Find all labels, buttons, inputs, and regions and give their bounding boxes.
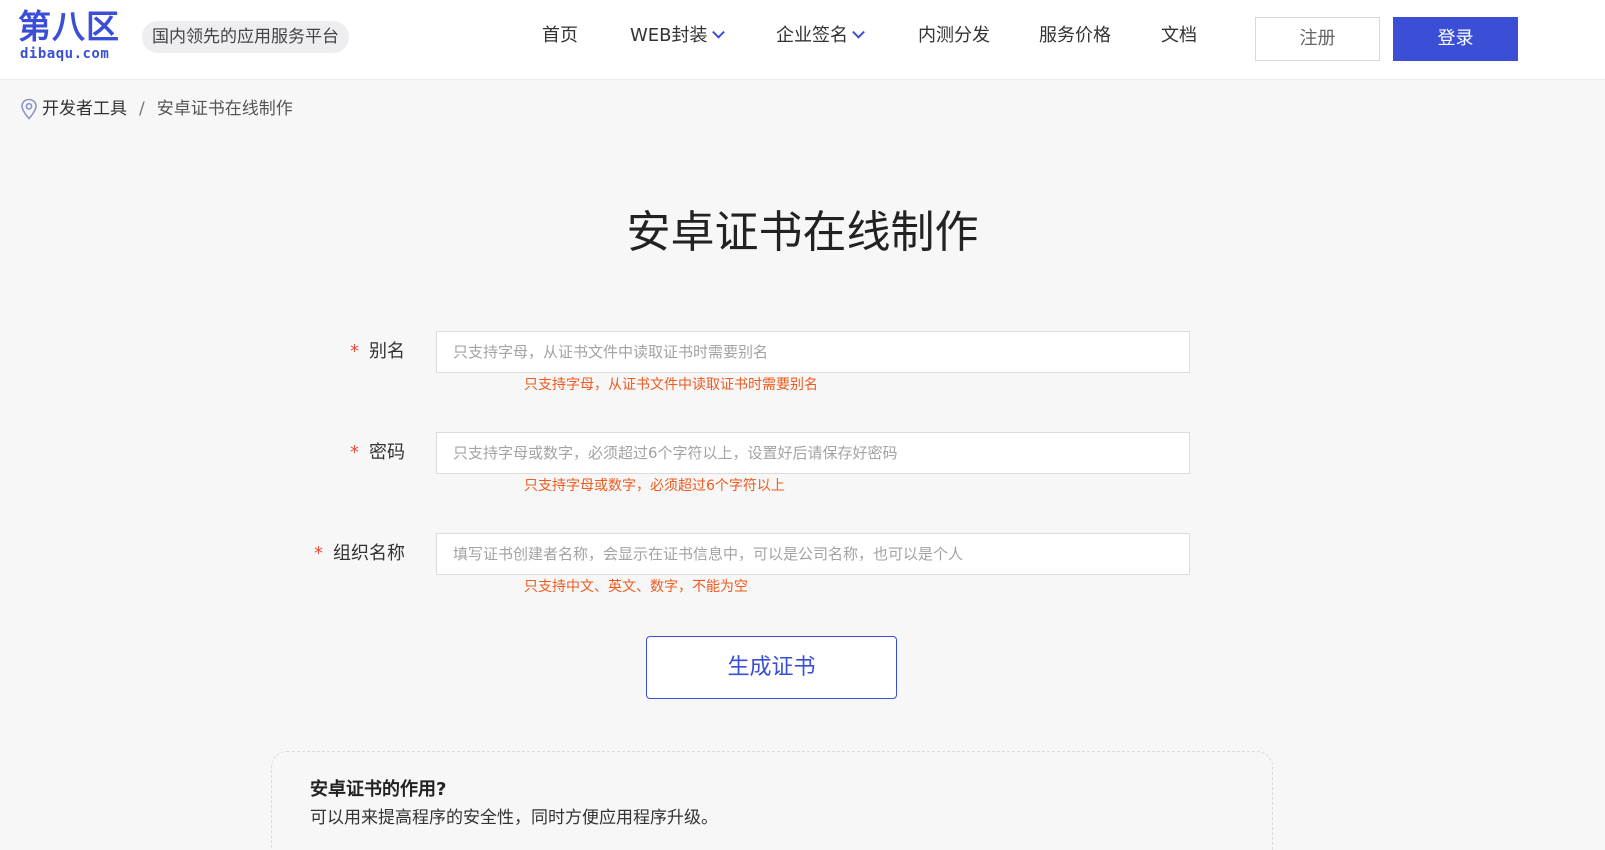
chevron-down-icon (711, 25, 725, 39)
alias-input[interactable] (436, 331, 1190, 373)
faq-question: 安卓证书的作用? (310, 779, 447, 800)
required-mark: * (314, 543, 323, 564)
location-pin-icon (21, 98, 37, 120)
generate-certificate-button[interactable]: 生成证书 (646, 636, 897, 699)
nav-item-docs[interactable]: 文档 (1161, 22, 1197, 50)
required-mark: * (350, 341, 359, 362)
alias-label: * 别名 (350, 339, 405, 365)
required-mark: * (350, 442, 359, 463)
top-header: 第八区 dibaqu.com 国内领先的应用服务平台 首页 WEB封装 企业签名… (0, 0, 1605, 80)
site-logo[interactable]: 第八区 dibaqu.com (18, 8, 128, 68)
nav-item-beta-distribution[interactable]: 内测分发 (918, 22, 990, 50)
nav-item-pricing[interactable]: 服务价格 (1039, 22, 1111, 50)
alias-label-text: 别名 (369, 341, 405, 362)
password-hint: 只支持字母或数字，必须超过6个字符以上 (524, 478, 785, 494)
password-label-text: 密码 (369, 442, 405, 463)
page-title: 安卓证书在线制作 (626, 207, 979, 258)
nav-item-label: 文档 (1161, 25, 1197, 46)
nav-item-web-wrap[interactable]: WEB封装 (630, 22, 725, 50)
nav-item-home[interactable]: 首页 (542, 22, 578, 50)
password-label: * 密码 (350, 440, 405, 466)
logo-text-cn: 第八区 (18, 7, 120, 46)
nav-item-label: 服务价格 (1039, 25, 1111, 46)
nav-item-label: WEB封装 (630, 25, 708, 46)
organization-label-text: 组织名称 (333, 543, 405, 564)
breadcrumb-current: 安卓证书在线制作 (156, 99, 293, 119)
breadcrumb-parent-link[interactable]: 开发者工具 (42, 97, 127, 121)
chevron-down-icon (852, 25, 865, 39)
organization-input[interactable] (436, 533, 1190, 575)
register-button[interactable]: 注册 (1255, 17, 1380, 61)
login-button[interactable]: 登录 (1393, 17, 1518, 61)
faq-box: 安卓证书的作用? 可以用来提高程序的安全性，同时方便应用程序升级。 (271, 751, 1273, 850)
slogan-badge: 国内领先的应用服务平台 (142, 21, 349, 53)
logo-text-en: dibaqu.com (20, 46, 110, 62)
nav-item-label: 企业签名 (776, 25, 848, 46)
breadcrumb: 开发者工具 / 安卓证书在线制作 (20, 97, 293, 121)
nav-item-enterprise-sign[interactable]: 企业签名 (776, 22, 865, 50)
breadcrumb-separator: / (139, 99, 145, 119)
organization-hint: 只支持中文、英文、数字，不能为空 (524, 579, 748, 595)
nav-item-label: 内测分发 (918, 25, 990, 46)
alias-hint: 只支持字母，从证书文件中读取证书时需要别名 (524, 377, 818, 393)
organization-label: * 组织名称 (314, 541, 405, 567)
faq-answer: 可以用来提高程序的安全性，同时方便应用程序升级。 (310, 808, 718, 828)
password-input[interactable] (436, 432, 1190, 474)
nav-item-label: 首页 (542, 25, 578, 46)
